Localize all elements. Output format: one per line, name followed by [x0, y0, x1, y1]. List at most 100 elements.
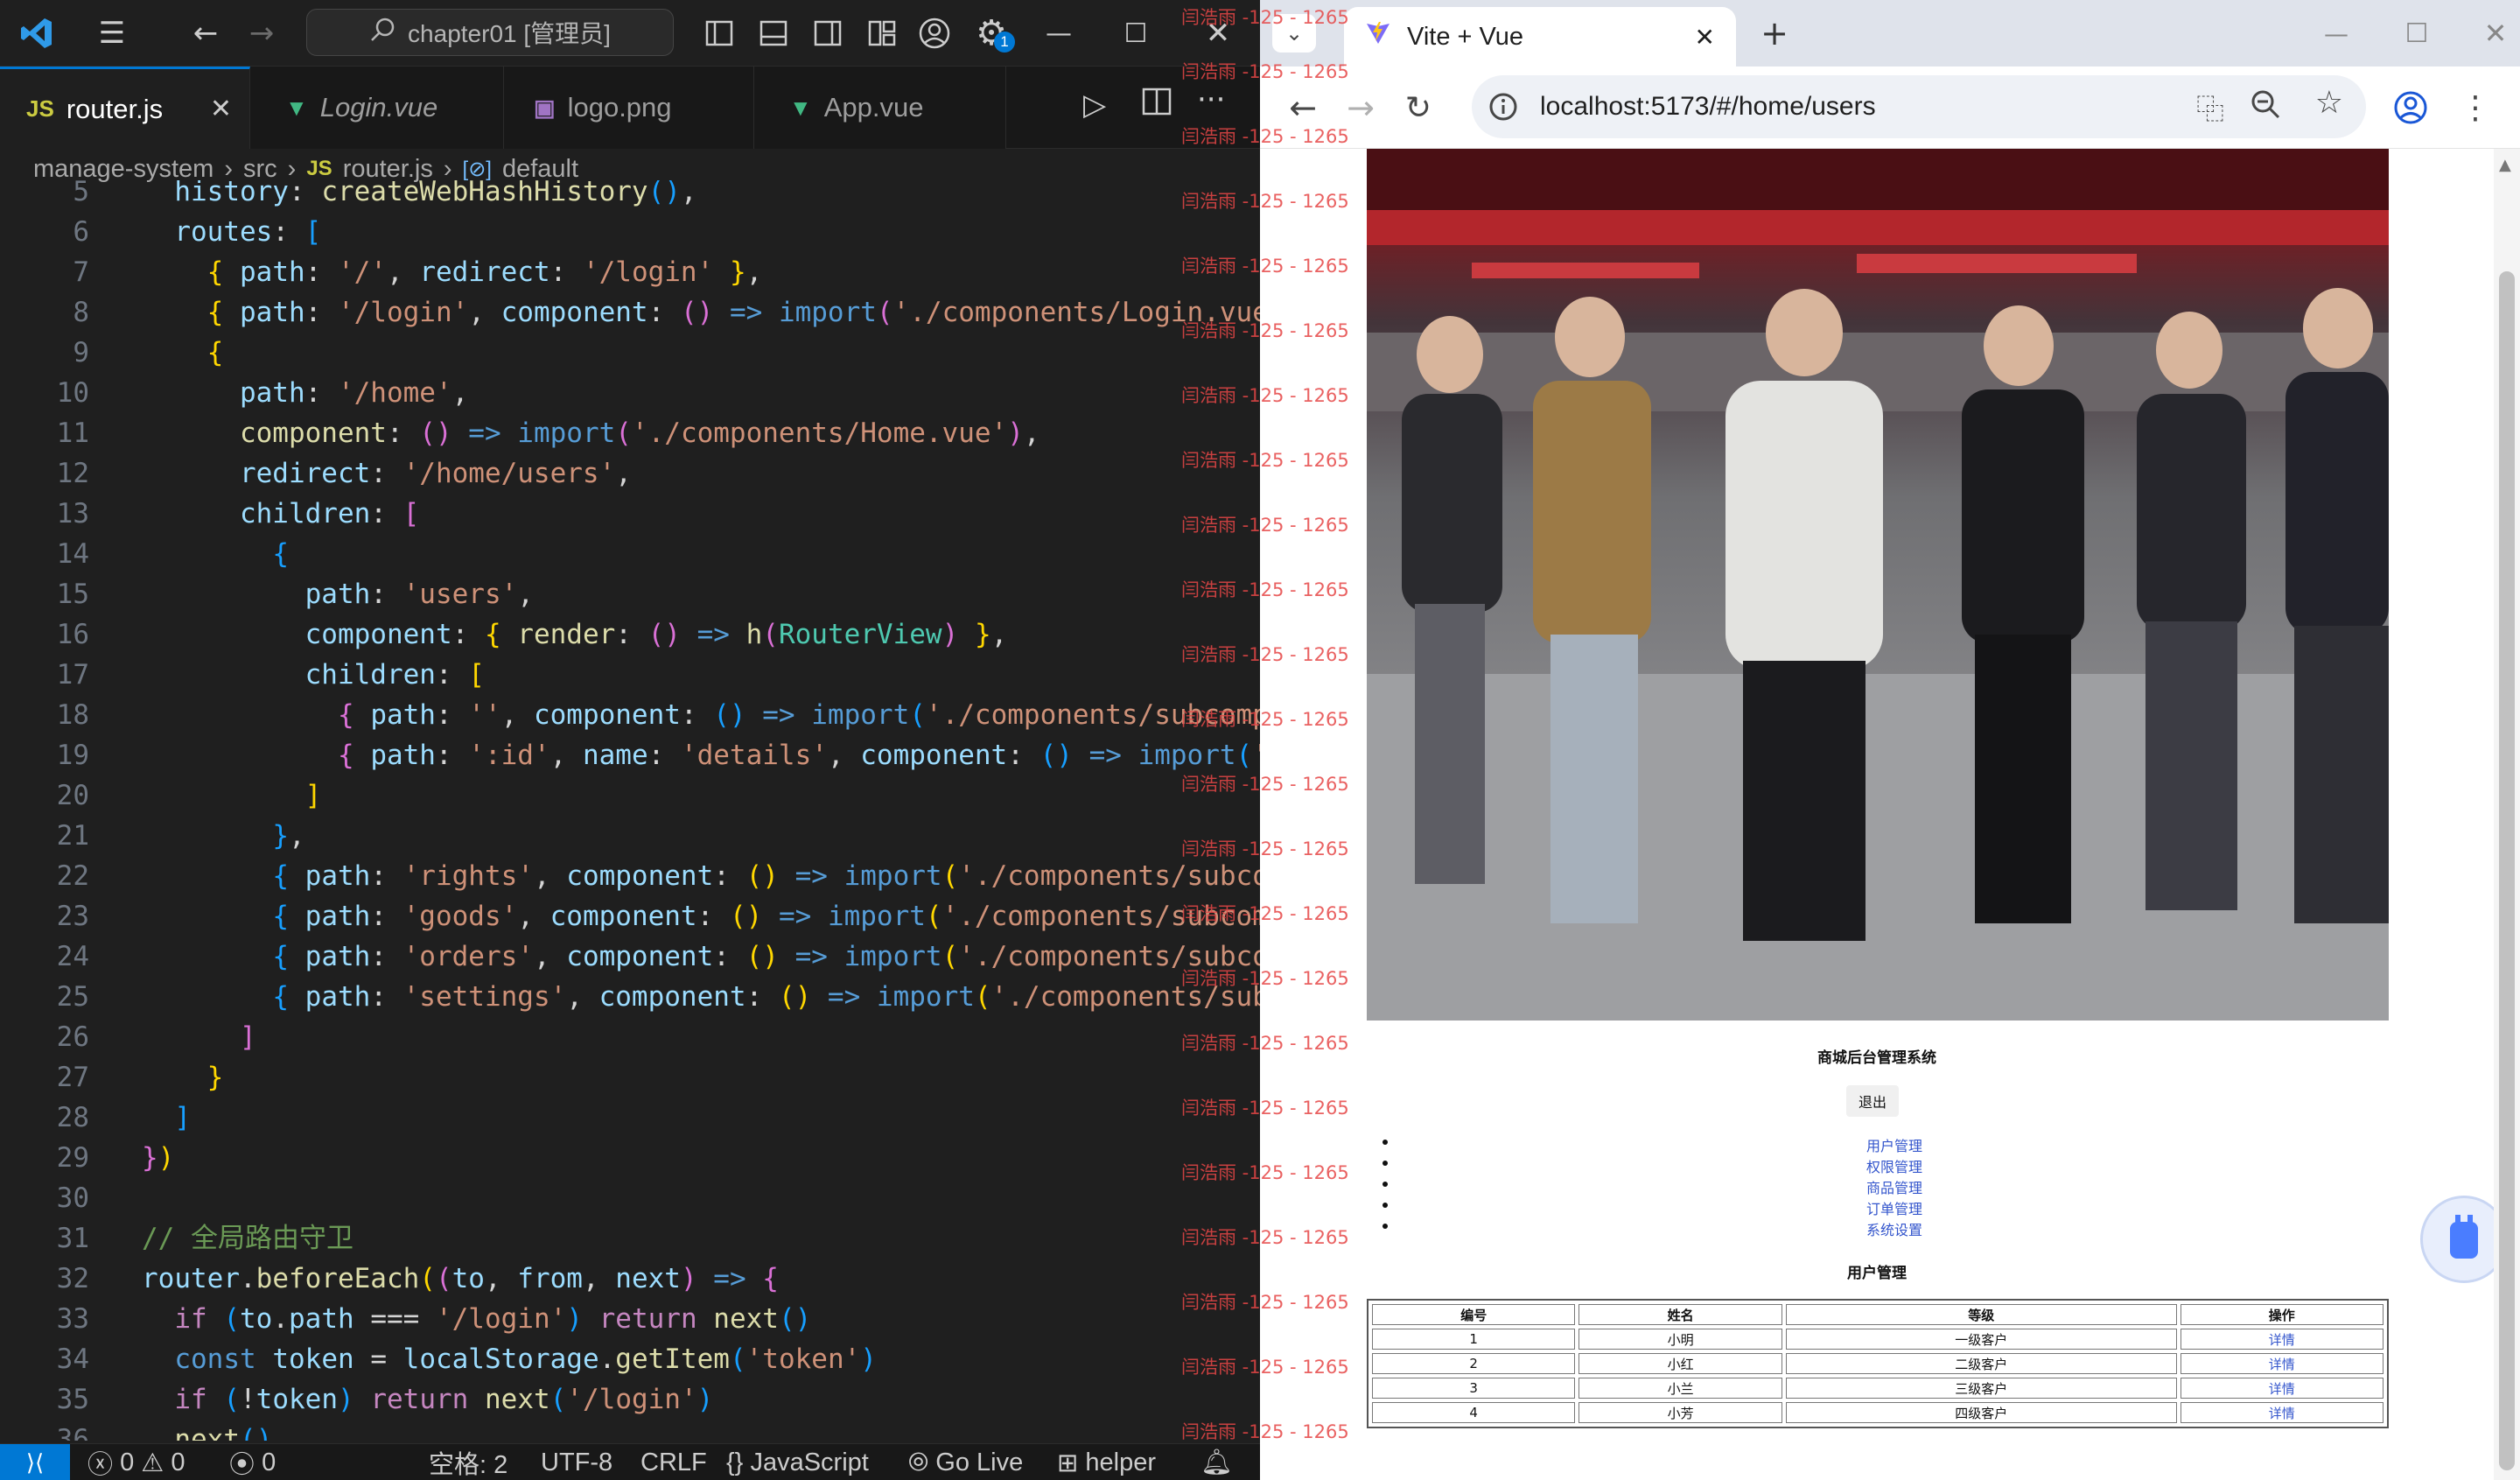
- vue-file-icon: ▼: [789, 94, 812, 121]
- page-content: 商城后台管理系统 退出 用户管理 权限管理 商品管理 订单管理 系统设置 用户管…: [1260, 149, 2494, 1480]
- run-play-icon[interactable]: ▷: [1083, 88, 1106, 123]
- breadcrumb-item[interactable]: manage-system: [33, 155, 214, 184]
- more-actions-icon[interactable]: ···: [1197, 82, 1225, 117]
- close-tab-icon[interactable]: ✕: [210, 94, 232, 124]
- vue-file-icon: ▼: [285, 94, 308, 121]
- users-table: 编号 姓名 等级 操作 1 小明 一级客户 详情 2 小红 二级客户 详情 3 …: [1367, 1299, 2389, 1428]
- table-cell: 四级客户: [1785, 1402, 2177, 1423]
- address-bar[interactable]: localhost:5173/#/home/users ⿻ ☆: [1472, 75, 2366, 138]
- toggle-primary-sidebar-icon[interactable]: [700, 0, 738, 67]
- tab-router-js[interactable]: JS router.js ✕: [0, 67, 250, 149]
- maximize-icon[interactable]: ☐: [2398, 14, 2436, 53]
- browser-tab[interactable]: Vite + Vue ✕: [1344, 7, 1736, 67]
- tab-label: App.vue: [823, 92, 924, 123]
- code-line: 28 ]: [0, 1098, 1260, 1138]
- breadcrumb-item[interactable]: router.js: [343, 155, 433, 184]
- new-tab-plus-icon[interactable]: +: [1755, 14, 1794, 53]
- banner-photo: [1367, 149, 2389, 1021]
- go-live-button[interactable]: ⦾ Go Live: [908, 1444, 1023, 1480]
- close-tab-icon[interactable]: ✕: [1695, 23, 1715, 52]
- page-scrollbar[interactable]: ▲: [2494, 149, 2520, 1480]
- code-line: 31// 全局路由守卫: [0, 1218, 1260, 1259]
- breadcrumb-item[interactable]: src: [243, 155, 277, 184]
- customize-layout-icon[interactable]: [863, 0, 901, 67]
- code-line: 26 ]: [0, 1017, 1260, 1057]
- toggle-secondary-sidebar-icon[interactable]: [808, 0, 847, 67]
- encoding-indicator[interactable]: UTF-8: [541, 1444, 612, 1480]
- more-menu-icon[interactable]: ⋮: [2454, 86, 2497, 130]
- toggle-panel-icon[interactable]: [754, 0, 793, 67]
- minimize-icon[interactable]: —: [1032, 0, 1085, 67]
- maximize-icon[interactable]: ☐: [1110, 0, 1162, 67]
- remote-indicator-icon[interactable]: ⟩⟨: [0, 1444, 70, 1480]
- reload-icon[interactable]: ↻: [1396, 86, 1440, 130]
- line-number: 18: [56, 699, 89, 731]
- split-editor-icon[interactable]: [1141, 86, 1172, 121]
- code-line: 16 component: { render: () => h(RouterVi…: [0, 614, 1260, 655]
- javascript-file-icon: JS: [306, 157, 332, 180]
- line-number: 27: [56, 1062, 89, 1093]
- logout-button[interactable]: 退出: [1846, 1085, 1899, 1117]
- language-mode[interactable]: {} JavaScript: [726, 1444, 869, 1480]
- details-link[interactable]: 详情: [2269, 1381, 2295, 1397]
- line-number: 24: [56, 941, 89, 972]
- notifications-bell-icon[interactable]: 🔔︎: [1200, 1444, 1233, 1480]
- helper-status[interactable]: ⊞ helper: [1057, 1444, 1156, 1480]
- nav-link[interactable]: 商品管理: [1260, 1176, 2494, 1197]
- line-number: 21: [56, 820, 89, 852]
- close-icon[interactable]: ✕: [2476, 14, 2515, 53]
- warning-count: 0: [171, 1448, 186, 1476]
- code-line: 35 if (!token) return next('/login'): [0, 1379, 1260, 1420]
- nav-link[interactable]: 权限管理: [1260, 1155, 2494, 1176]
- tab-app-vue[interactable]: ▼ App.vue: [754, 67, 1006, 149]
- details-link[interactable]: 详情: [2269, 1357, 2295, 1372]
- watermark-text: 闫浩雨 -125 - 1265: [1181, 1421, 1349, 1442]
- code-editor[interactable]: 5 history: createWebHashHistory(), 6 rou…: [0, 180, 1260, 1441]
- column-header: 姓名: [1578, 1304, 1782, 1325]
- watermark-text: 闫浩雨 -125 - 1265: [1181, 1292, 1349, 1313]
- code-line: 25 { path: 'settings', component: () => …: [0, 977, 1260, 1017]
- line-number: 16: [56, 619, 89, 650]
- line-number: 25: [56, 981, 89, 1013]
- watermark-text: 闫浩雨 -125 - 1265: [1181, 191, 1349, 212]
- scroll-up-arrow-icon[interactable]: ▲: [2499, 156, 2511, 174]
- bookmark-star-icon[interactable]: ☆: [2315, 84, 2343, 121]
- browser-tab-title: Vite + Vue: [1407, 22, 1524, 51]
- command-center-search[interactable]: chapter01 [管理员]: [306, 9, 674, 56]
- code-line: 17 children: [: [0, 655, 1260, 695]
- minimize-icon[interactable]: —: [2317, 14, 2356, 53]
- ports-indicator[interactable]: ⦿ 0: [229, 1444, 276, 1480]
- table-cell: 详情: [2180, 1353, 2384, 1374]
- line-number: 5: [73, 180, 89, 207]
- accounts-icon[interactable]: [915, 0, 954, 67]
- manage-gear-icon[interactable]: ⚙ 1: [970, 0, 1015, 67]
- layout-icon: ⊞: [1057, 1448, 1079, 1477]
- nav-link[interactable]: 系统设置: [1260, 1218, 2494, 1239]
- zoom-icon[interactable]: [2249, 86, 2284, 131]
- forward-arrow-icon[interactable]: →: [240, 0, 284, 67]
- code-line: 27 }: [0, 1057, 1260, 1098]
- site-info-icon[interactable]: [1486, 89, 1521, 124]
- menu-icon[interactable]: ☰: [88, 0, 136, 67]
- profile-icon[interactable]: [2389, 86, 2432, 130]
- problems-indicator[interactable]: ⓧ 0 ⚠ 0: [88, 1444, 185, 1480]
- watermark-text: 闫浩雨 -125 - 1265: [1181, 579, 1349, 600]
- tab-logo-png[interactable]: ▣ logo.png: [504, 67, 754, 149]
- eol-indicator[interactable]: CRLF: [640, 1444, 707, 1480]
- back-arrow-icon[interactable]: ←: [184, 0, 228, 67]
- watermark-text: 闫浩雨 -125 - 1265: [1181, 709, 1349, 730]
- tab-login-vue[interactable]: ▼ Login.vue: [250, 67, 504, 149]
- indentation-indicator[interactable]: 空格: 2: [429, 1444, 508, 1480]
- breadcrumb-item[interactable]: default: [502, 155, 578, 184]
- nav-link[interactable]: 订单管理: [1260, 1197, 2494, 1218]
- watermark-text: 闫浩雨 -125 - 1265: [1181, 256, 1349, 277]
- translate-icon[interactable]: ⿻: [2196, 88, 2224, 128]
- table-row: 4 小芳 四级客户 详情: [1372, 1402, 2384, 1423]
- nav-link[interactable]: 用户管理: [1260, 1134, 2494, 1155]
- details-link[interactable]: 详情: [2269, 1332, 2295, 1348]
- table-cell: 4: [1372, 1402, 1576, 1423]
- details-link[interactable]: 详情: [2269, 1406, 2295, 1421]
- line-number: 28: [56, 1102, 89, 1133]
- scrollbar-thumb[interactable]: [2499, 271, 2515, 1470]
- nav-item-orders: 订单管理: [1260, 1197, 2494, 1218]
